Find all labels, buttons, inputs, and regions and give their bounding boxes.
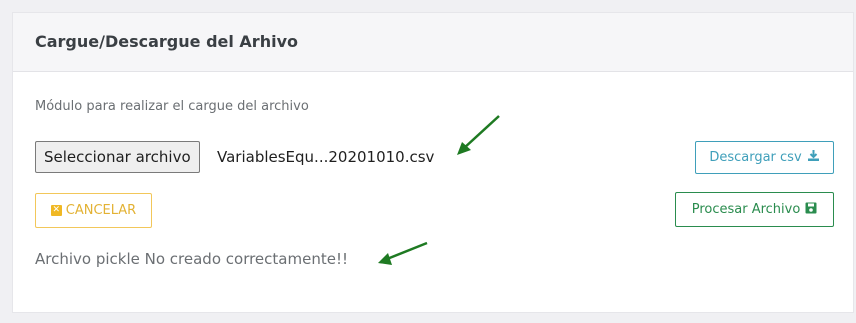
status-message: Archivo pickle No creado correctamente!! [35,250,348,268]
download-csv-label: Descargar csv [709,150,802,165]
annotation-arrow-icon [378,241,428,265]
close-square-icon: ✕ [50,205,62,216]
panel-title: Cargue/Descargue del Arhivo [13,13,853,72]
upload-panel: Cargue/Descargue del Arhivo Módulo para … [12,12,854,313]
save-icon [805,202,817,218]
download-csv-button[interactable]: Descargar csv [695,141,834,174]
process-file-button[interactable]: Procesar Archivo [675,192,834,227]
annotation-arrow-icon [457,115,500,155]
selected-file-name: VariablesEqu...20201010.csv [217,148,435,166]
process-file-label: Procesar Archivo [691,202,801,217]
cancel-button[interactable]: ✕ CANCELAR [35,193,152,228]
cancel-label: CANCELAR [65,203,137,218]
select-file-button[interactable]: Seleccionar archivo [35,141,200,173]
panel-description: Módulo para realizar el cargue del archi… [35,99,309,114]
download-icon [807,149,820,166]
